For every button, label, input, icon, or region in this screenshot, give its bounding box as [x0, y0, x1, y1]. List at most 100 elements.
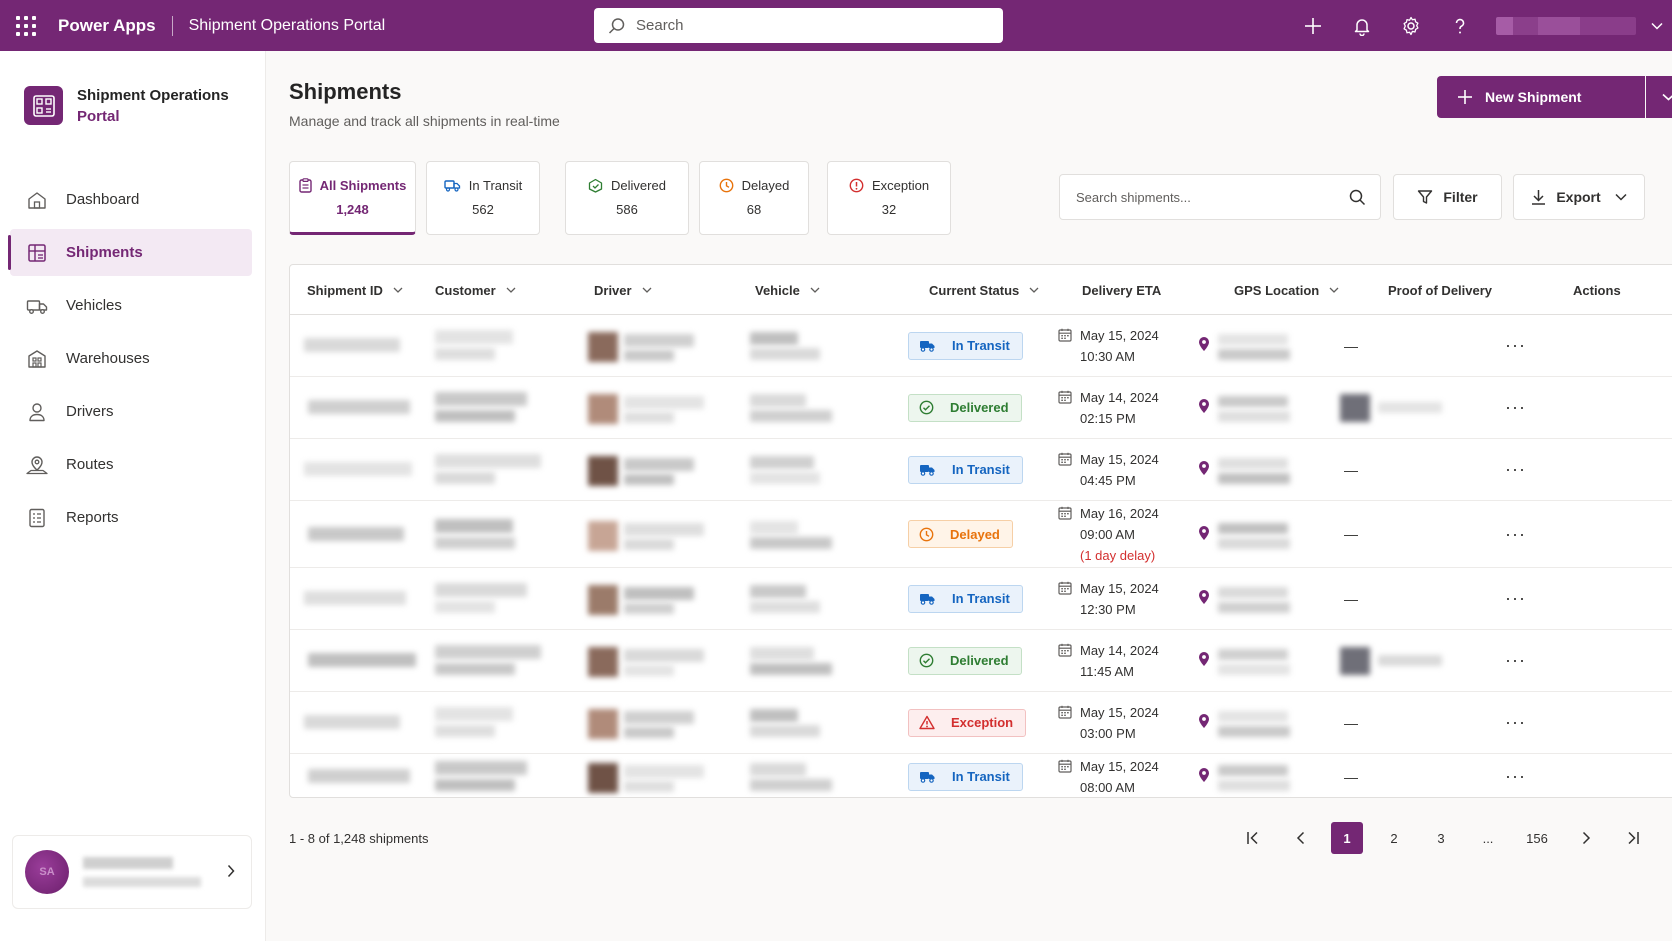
sidebar-item-vehicles[interactable]: Vehicles	[10, 282, 252, 329]
stat-card-in-transit[interactable]: In Transit 562	[426, 161, 540, 235]
more-actions-icon[interactable]: ···	[1505, 650, 1526, 671]
column-header-current-status[interactable]: Current Status	[929, 265, 1039, 315]
column-header-delivery-eta[interactable]: Delivery ETA	[1082, 265, 1161, 315]
help-icon[interactable]	[1435, 0, 1484, 51]
map-pin-icon[interactable]	[1198, 651, 1210, 667]
sidebar-user-card[interactable]: SA	[12, 835, 252, 909]
sidebar-item-reports[interactable]: Reports	[10, 494, 252, 541]
map-pin-icon[interactable]	[1198, 398, 1210, 414]
more-actions-icon[interactable]: ···	[1505, 712, 1526, 733]
account-chevron-down-icon[interactable]	[1642, 22, 1672, 30]
add-icon[interactable]	[1288, 0, 1337, 51]
top-bar: Power Apps Shipment Operations Portal Se…	[0, 0, 1672, 51]
column-header-customer[interactable]: Customer	[435, 265, 516, 315]
page-button-3[interactable]: 3	[1425, 822, 1457, 854]
column-header-proof-of-delivery[interactable]: Proof of Delivery	[1388, 265, 1492, 315]
stat-card-exception[interactable]: Exception 32	[827, 161, 951, 235]
row-actions-cell[interactable]: ···	[1505, 439, 1526, 500]
pod-empty: —	[1344, 768, 1358, 785]
gps-cell[interactable]	[1190, 692, 1270, 753]
stat-card-delivered[interactable]: Delivered 586	[565, 161, 689, 235]
export-button[interactable]: Export	[1513, 174, 1645, 220]
status-badge: In Transit	[908, 331, 1023, 360]
column-header-driver[interactable]: Driver	[594, 265, 652, 315]
row-actions-cell[interactable]: ···	[1505, 692, 1526, 753]
new-shipment-button[interactable]: New Shipment	[1437, 76, 1645, 118]
table-row[interactable]: Delivered May 14, 2024 02:15 PM ···	[290, 377, 1672, 439]
map-pin-icon[interactable]	[1198, 336, 1210, 352]
last-page-button[interactable]	[1617, 822, 1649, 854]
truck-icon	[919, 339, 944, 352]
page-button-2[interactable]: 2	[1378, 822, 1410, 854]
previous-page-button[interactable]	[1284, 822, 1316, 854]
more-actions-icon[interactable]: ···	[1505, 459, 1526, 480]
sidebar-item-shipments[interactable]: Shipments	[8, 229, 252, 276]
next-page-button[interactable]	[1570, 822, 1602, 854]
more-actions-icon[interactable]: ···	[1505, 397, 1526, 418]
gps-cell[interactable]	[1190, 630, 1270, 691]
gps-cell[interactable]	[1190, 377, 1270, 438]
calendar-icon	[1058, 506, 1072, 520]
app-name[interactable]: Shipment Operations Portal	[189, 17, 386, 35]
gps-cell[interactable]	[1190, 315, 1270, 376]
table-row[interactable]: In Transit May 15, 2024 08:00 AM — ···	[290, 754, 1672, 797]
row-actions-cell[interactable]: ···	[1505, 630, 1526, 691]
map-pin-icon[interactable]	[1198, 460, 1210, 476]
new-shipment-dropdown-button[interactable]	[1646, 76, 1672, 118]
more-actions-icon[interactable]: ···	[1505, 524, 1526, 545]
page-button-1[interactable]: 1	[1331, 822, 1363, 854]
table-row[interactable]: Exception May 15, 2024 03:00 PM — ···	[290, 692, 1672, 754]
settings-gear-icon[interactable]	[1386, 0, 1435, 51]
gps-cell[interactable]	[1190, 754, 1270, 797]
brand-name[interactable]: Power Apps	[58, 16, 156, 36]
first-page-button[interactable]	[1237, 822, 1269, 854]
gps-cell[interactable]	[1190, 568, 1270, 629]
map-pin-icon[interactable]	[1198, 525, 1210, 541]
table-row[interactable]: Delayed May 16, 2024 09:00 AM (1 day delay)…	[290, 501, 1672, 568]
row-actions-cell[interactable]: ···	[1505, 315, 1526, 376]
map-pin-icon[interactable]	[1198, 589, 1210, 605]
app-launcher-icon[interactable]	[0, 0, 52, 51]
more-actions-icon[interactable]: ···	[1505, 588, 1526, 609]
page-button-last-number[interactable]: 156	[1519, 822, 1555, 854]
column-header-vehicle[interactable]: Vehicle	[755, 265, 820, 315]
chevron-down-icon	[1029, 287, 1039, 293]
sidebar-item-drivers[interactable]: Drivers	[10, 388, 252, 435]
map-pin-icon[interactable]	[1198, 713, 1210, 729]
sidebar-item-dashboard[interactable]: Dashboard	[10, 176, 252, 223]
filter-button[interactable]: Filter	[1393, 174, 1502, 220]
notification-bell-icon[interactable]	[1337, 0, 1386, 51]
row-actions-cell[interactable]: ···	[1505, 377, 1526, 438]
shipment-search-input[interactable]: Search shipments...	[1059, 174, 1381, 220]
status-badge: In Transit	[908, 455, 1023, 484]
more-actions-icon[interactable]: ···	[1505, 766, 1526, 787]
stat-card-delayed[interactable]: Delayed 68	[699, 161, 809, 235]
stat-card-all-shipments[interactable]: All Shipments 1,248	[289, 161, 416, 235]
row-actions-cell[interactable]: ···	[1505, 501, 1526, 567]
table-row[interactable]: In Transit May 15, 2024 04:45 PM — ···	[290, 439, 1672, 501]
sidebar-item-label: Vehicles	[66, 297, 122, 314]
gps-cell[interactable]	[1190, 501, 1270, 567]
table-row[interactable]: Delivered May 14, 2024 11:45 AM ···	[290, 630, 1672, 692]
map-pin-icon[interactable]	[1198, 767, 1210, 783]
chevron-down-icon	[810, 287, 820, 293]
user-account-blurred[interactable]	[1496, 16, 1636, 35]
more-actions-icon[interactable]: ···	[1505, 335, 1526, 356]
status-badge: Delivered	[908, 393, 1022, 422]
global-search-placeholder: Search	[636, 17, 684, 34]
global-search-input[interactable]: Search	[594, 8, 1003, 43]
sidebar-item-warehouses[interactable]: Warehouses	[10, 335, 252, 382]
row-actions-cell[interactable]: ···	[1505, 568, 1526, 629]
page-ellipsis: ...	[1482, 830, 1494, 846]
row-actions-cell[interactable]: ···	[1505, 754, 1526, 797]
sidebar-item-routes[interactable]: Routes	[10, 441, 252, 488]
redacted-block	[1218, 458, 1288, 469]
redacted-block	[308, 526, 404, 541]
column-header-gps-location[interactable]: GPS Location	[1234, 265, 1339, 315]
box-check-icon	[588, 178, 603, 193]
table-row[interactable]: In Transit May 15, 2024 12:30 PM — ···	[290, 568, 1672, 630]
column-header-shipment-id[interactable]: Shipment ID	[307, 265, 403, 315]
redacted-block	[750, 663, 832, 675]
gps-cell[interactable]	[1190, 439, 1270, 500]
table-row[interactable]: In Transit May 15, 2024 10:30 AM — ···	[290, 315, 1672, 377]
